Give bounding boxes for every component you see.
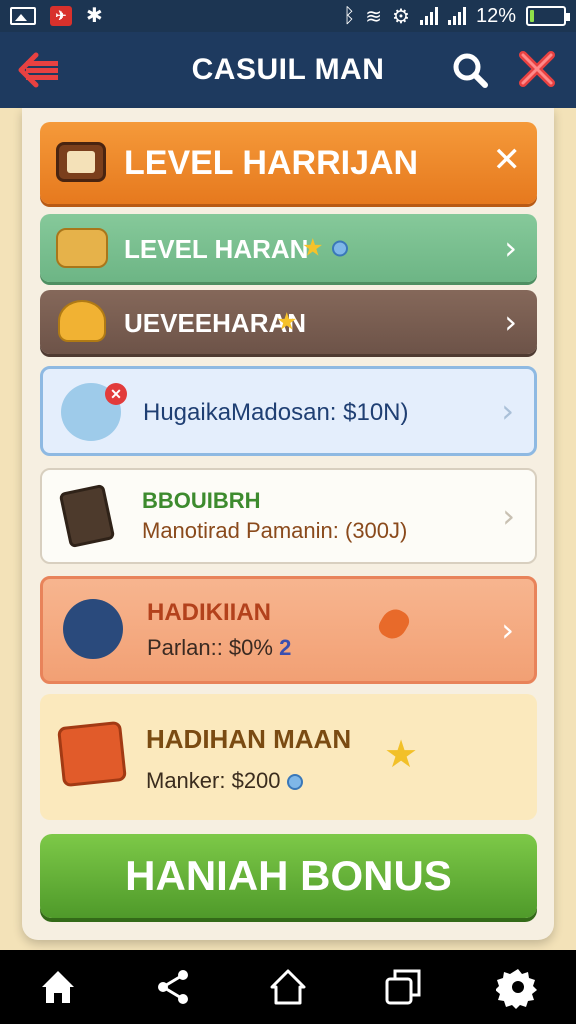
row-level-haran[interactable]: LEVEL HARAN ★ › [40, 214, 537, 282]
search-icon[interactable] [452, 52, 488, 88]
chevron-right-icon: › [504, 303, 517, 341]
dismiss-icon[interactable]: ✕ [493, 140, 522, 180]
close-icon[interactable] [518, 50, 556, 88]
food-bowl-icon [63, 599, 123, 659]
row-label: LEVEL HARRIJAN [124, 144, 419, 182]
navigation-bar [0, 950, 576, 1024]
row-sublabel-text: Parlan:: $0% [147, 635, 273, 660]
signal-icon-2 [447, 7, 466, 25]
signal-icon [419, 7, 438, 25]
bluetooth-status-icon: ᛒ [343, 4, 356, 27]
reward-badge-icon [57, 720, 127, 788]
row-bbouibrh[interactable]: BBOUIBRH Manotirad Pamanin: (300J) › [40, 468, 537, 564]
status-bar: ✈ ✱ ᛒ ≋ ⚙ 12% [0, 0, 576, 32]
row-label: HADIKIIAN [147, 599, 271, 626]
row-hugaika[interactable]: ✕ HugaikaMadosan: $10N) › [40, 366, 537, 456]
basket-icon [58, 300, 106, 342]
row-badge: 2 [279, 635, 292, 660]
star-icon: ★ [302, 234, 324, 262]
leaf-icon [375, 604, 413, 644]
row-sublabel-text: Manker: $200 [146, 768, 281, 793]
app-notification-icon: ✈ [50, 6, 72, 26]
chevron-right-icon: › [504, 229, 517, 267]
row-sublabel: Manotirad Pamanin: (300J) [142, 518, 408, 543]
row-level-harrijan[interactable]: LEVEL HARRIJAN ✕ [40, 122, 537, 204]
row-sublabel: Parlan:: $0% 2 [147, 635, 291, 661]
chevron-right-icon: › [502, 497, 515, 535]
star-icon: ★ [276, 308, 298, 336]
coin-icon [286, 774, 303, 791]
star-icon: ★ [384, 734, 419, 776]
chevron-right-icon: › [501, 611, 514, 649]
wifi-icon: ≋ [365, 5, 383, 28]
battery-icon [526, 6, 570, 26]
row-label: LEVEL HARAN [124, 234, 309, 264]
back-arrow-icon[interactable] [18, 52, 60, 88]
chevron-right-icon: › [501, 392, 514, 430]
settings-icon[interactable] [496, 965, 540, 1009]
row-label: BBOUIBRH [142, 488, 261, 513]
recent-apps-icon[interactable] [381, 965, 425, 1009]
settings-status-icon: ⚙ [392, 5, 410, 28]
app-bar: CASUIL MAN [0, 32, 576, 108]
row-sublabel: Manker: $200 [146, 768, 303, 794]
row-ueveeharan[interactable]: UEVEEHARAN ★ › [40, 290, 537, 354]
treasure-map-icon [56, 142, 106, 182]
page-title: CASUIL MAN [191, 53, 385, 86]
bluetooth-icon: ✱ [86, 5, 103, 27]
row-hadihan-maan[interactable]: HADIHAN MAAN Manker: $200 ★ [40, 694, 537, 820]
row-hadikiian[interactable]: HADIKIIAN Parlan:: $0% 2 › [40, 576, 537, 684]
coin-icon [331, 240, 348, 256]
notification-badge: ✕ [105, 383, 127, 405]
gallery-notification-icon [10, 7, 36, 25]
book-icon [58, 483, 116, 549]
row-label: HADIHAN MAAN [146, 724, 352, 754]
share-icon[interactable] [151, 965, 195, 1009]
home-icon[interactable] [36, 965, 80, 1009]
battery-percent: 12% [475, 4, 516, 27]
home-outline-icon[interactable] [266, 965, 310, 1009]
row-label: HugaikaMadosan: $10N) [143, 399, 409, 426]
bonus-button[interactable]: HANIAH BONUS [40, 834, 537, 918]
scroll-icon [56, 228, 108, 268]
